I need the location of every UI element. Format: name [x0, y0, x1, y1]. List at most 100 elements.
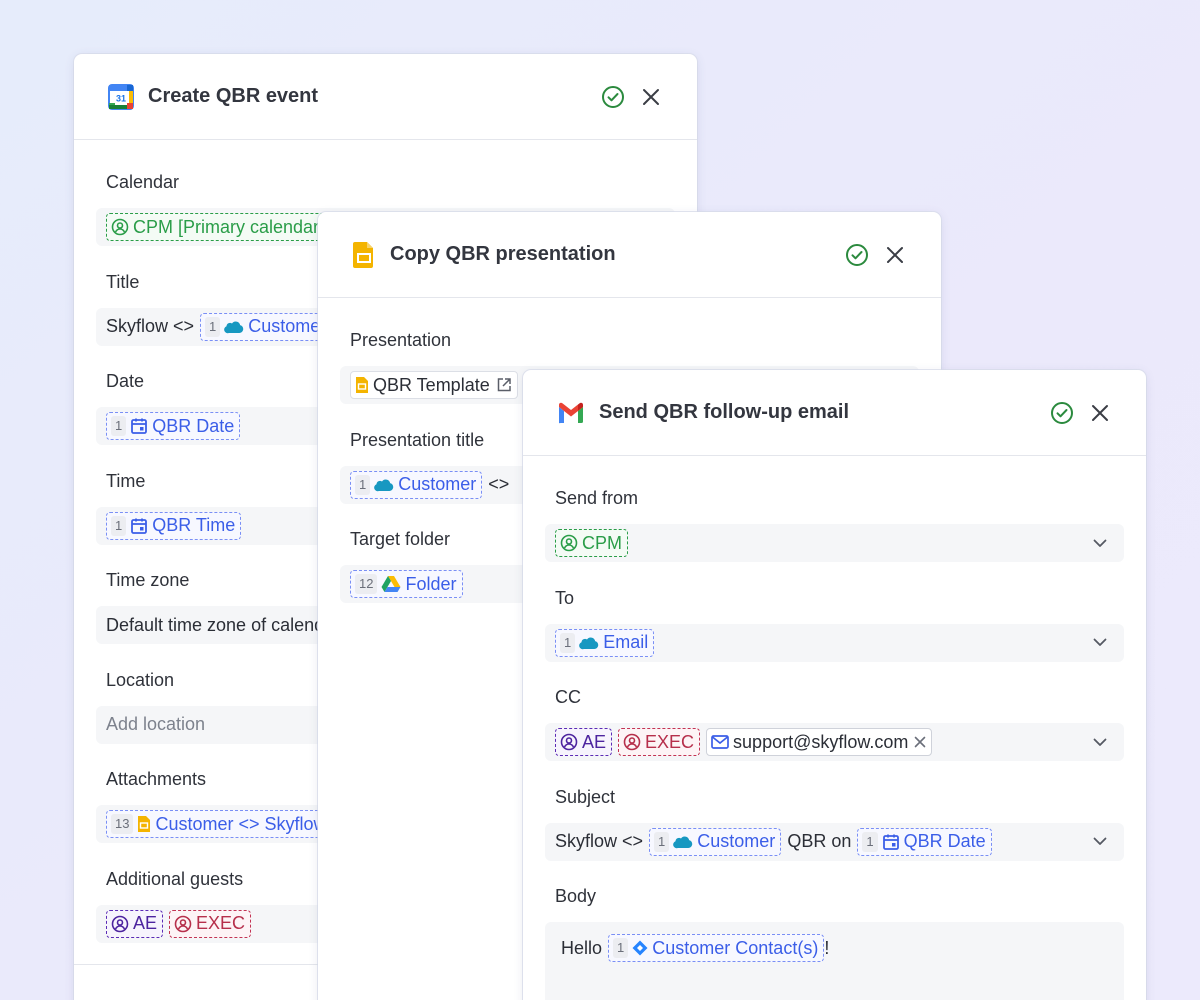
- token-label: Email: [603, 632, 649, 652]
- qbr-date-token[interactable]: 1 QBR Date: [857, 827, 992, 856]
- email-address-chip[interactable]: support@skyflow.com: [706, 728, 933, 756]
- salesforce-cloud-icon: [374, 478, 394, 492]
- token-label: Folder: [405, 573, 457, 594]
- token-label: AE: [582, 731, 607, 752]
- step-number: 1: [613, 938, 629, 958]
- presentation-token[interactable]: QBR Template: [350, 371, 518, 399]
- salesforce-cloud-icon: [224, 320, 244, 334]
- user-circle-icon: [560, 733, 578, 751]
- send-from-field: Send from CPM: [545, 484, 1124, 584]
- title-prefix: Skyflow <>: [106, 316, 195, 336]
- field-label: Body: [555, 886, 597, 906]
- external-link-icon[interactable]: [496, 377, 512, 393]
- check-circle-icon[interactable]: [1050, 401, 1074, 425]
- cpm-token[interactable]: CPM: [555, 529, 628, 557]
- check-circle-icon[interactable]: [845, 243, 869, 267]
- field-label: Calendar: [106, 172, 180, 192]
- body-prefix: Hello: [561, 938, 603, 958]
- step-number: 1: [654, 831, 670, 852]
- salesforce-cloud-icon: [673, 835, 693, 849]
- folder-token[interactable]: 12 Folder: [350, 570, 463, 598]
- step-number: 1: [560, 632, 576, 653]
- token-label: QBR Time: [152, 515, 236, 535]
- token-label: AE: [133, 913, 158, 933]
- token-label: Customer Contact(s): [652, 937, 819, 958]
- ae-token[interactable]: AE: [555, 728, 613, 756]
- body-suffix: !: [824, 938, 830, 958]
- cc-field: CC AE EXEC support@skyflow.com: [545, 683, 1124, 783]
- field-label: To: [555, 587, 575, 608]
- check-circle-icon[interactable]: [601, 85, 625, 109]
- google-drive-icon: [381, 575, 401, 593]
- step-number: 1: [111, 416, 127, 436]
- step-number: 1: [205, 316, 221, 337]
- body-field: Body Hello 1 Customer Contact(s) !: [545, 882, 1124, 1000]
- calendar-event-icon: [882, 833, 900, 851]
- field-label: Subject: [555, 786, 616, 807]
- step-number: 1: [355, 474, 371, 495]
- location-placeholder: Add location: [106, 714, 206, 734]
- token-label: Customer: [398, 474, 477, 494]
- google-slides-icon: [352, 241, 376, 269]
- close-icon[interactable]: [883, 243, 907, 267]
- body-editor[interactable]: Hello 1 Customer Contact(s) !: [545, 922, 1124, 1000]
- email-address: support@skyflow.com: [733, 731, 909, 752]
- remove-chip-icon[interactable]: [914, 736, 926, 748]
- calendar-event-icon: [130, 517, 148, 535]
- jira-diamond-icon: [632, 940, 648, 956]
- card-header: Copy QBR presentation: [318, 212, 941, 298]
- user-circle-icon: [623, 733, 641, 751]
- step-number: 13: [111, 814, 134, 834]
- to-select[interactable]: 1 Email: [545, 623, 1124, 662]
- user-circle-icon: [111, 915, 129, 933]
- send-from-select[interactable]: CPM: [545, 524, 1124, 562]
- calendar-token[interactable]: CPM [Primary calendar]: [106, 213, 331, 241]
- step-number: 1: [111, 515, 127, 536]
- chevron-down-icon[interactable]: [1092, 834, 1108, 850]
- card-title: Create QBR event: [148, 85, 319, 107]
- customer-token[interactable]: 1 Customer: [649, 827, 782, 856]
- customer-contact-token[interactable]: 1 Customer Contact(s): [608, 934, 825, 962]
- qbr-time-token[interactable]: 1 QBR Time: [106, 511, 242, 540]
- card-header: 31 Create QBR event: [74, 54, 697, 140]
- field-label: CC: [555, 687, 581, 707]
- google-slides-icon: [137, 815, 151, 833]
- user-circle-icon: [174, 915, 192, 933]
- token-label: CPM: [582, 532, 622, 553]
- token-label: EXEC: [645, 731, 695, 752]
- card-title: Send QBR follow-up email: [599, 401, 850, 423]
- token-label: QBR Date: [903, 831, 986, 851]
- mail-icon: [711, 735, 729, 749]
- user-circle-icon: [560, 534, 578, 552]
- user-circle-icon: [111, 218, 129, 236]
- svg-text:31: 31: [116, 93, 126, 103]
- ae-token[interactable]: AE: [106, 909, 164, 938]
- token-label: Customer: [697, 831, 776, 851]
- exec-token[interactable]: EXEC: [169, 909, 252, 938]
- chevron-down-icon[interactable]: [1092, 535, 1108, 551]
- token-label: QBR Date: [152, 415, 235, 436]
- cc-select[interactable]: AE EXEC support@skyflow.com: [545, 723, 1124, 761]
- customer-token[interactable]: 1 Customer: [200, 312, 333, 341]
- subject-field: Subject Skyflow <> 1 Customer QBR on 1 Q…: [545, 783, 1124, 883]
- exec-token[interactable]: EXEC: [618, 728, 701, 756]
- close-icon[interactable]: [1088, 401, 1112, 425]
- chevron-down-icon[interactable]: [1092, 734, 1108, 750]
- chevron-down-icon[interactable]: [1092, 635, 1108, 651]
- customer-token[interactable]: 1 Customer: [350, 470, 483, 499]
- timezone-value: Default time zone of calendar: [106, 614, 341, 635]
- email-token[interactable]: 1 Email: [555, 628, 655, 657]
- token-label: QBR Template: [373, 374, 490, 395]
- google-calendar-icon: 31: [108, 83, 134, 110]
- qbr-date-token[interactable]: 1 QBR Date: [106, 412, 241, 440]
- send-qbr-email-card: Send QBR follow-up email Send from CPM T…: [523, 370, 1146, 1000]
- step-number: 12: [355, 574, 378, 594]
- field-label: Send from: [555, 488, 639, 508]
- subject-prefix: Skyflow <>: [555, 831, 644, 851]
- salesforce-cloud-icon: [579, 636, 599, 650]
- close-icon[interactable]: [639, 85, 663, 109]
- card-header: Send QBR follow-up email: [523, 370, 1146, 456]
- google-slides-icon: [355, 376, 369, 394]
- subject-input[interactable]: Skyflow <> 1 Customer QBR on 1 QBR Date: [545, 822, 1124, 861]
- subject-middle: QBR on: [787, 831, 852, 851]
